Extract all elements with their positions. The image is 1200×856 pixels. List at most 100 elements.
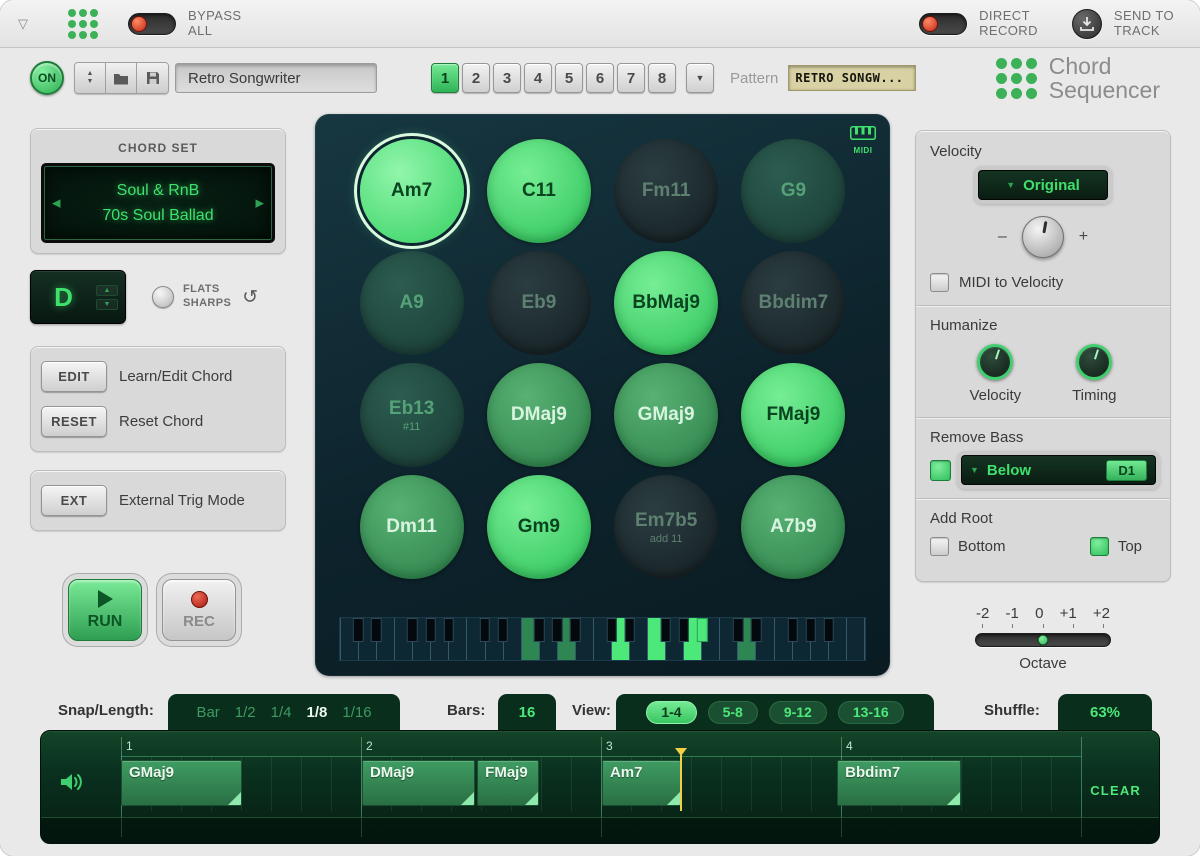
- snap-option-1/2[interactable]: 1/2: [235, 704, 256, 721]
- pattern-button-8[interactable]: 8: [648, 63, 676, 93]
- reset-button[interactable]: RESET: [41, 406, 107, 437]
- pattern-button-3[interactable]: 3: [493, 63, 521, 93]
- snap-option-1/4[interactable]: 1/4: [271, 704, 292, 721]
- piano-key-black[interactable]: [733, 618, 744, 642]
- sequencer-block-DMaj9[interactable]: DMaj9: [362, 760, 475, 806]
- bypass-toggle[interactable]: [128, 13, 176, 35]
- key-down-arrow[interactable]: ▼: [96, 299, 118, 310]
- piano-key-black[interactable]: [697, 618, 708, 642]
- chord-pad-Eb13[interactable]: Eb13#11: [360, 363, 464, 467]
- pattern-button-4[interactable]: 4: [524, 63, 552, 93]
- chord-pad-Dm11[interactable]: Dm11: [360, 475, 464, 579]
- device-header: ON ▲ ▼ Retro Songwriter 12345678 ▼ Patte…: [0, 56, 1200, 100]
- pattern-name-display[interactable]: RETRO SONGW...: [788, 65, 916, 91]
- snap-option-1/16[interactable]: 1/16: [342, 704, 371, 721]
- piano-key-white[interactable]: [847, 618, 865, 660]
- chord-pad-FMaj9[interactable]: FMaj9: [741, 363, 845, 467]
- piano-key-black[interactable]: [480, 618, 491, 642]
- save-button[interactable]: [137, 63, 168, 93]
- chord-pad-A9[interactable]: A9: [360, 251, 464, 355]
- piano-key-black[interactable]: [425, 618, 436, 642]
- pattern-button-2[interactable]: 2: [462, 63, 490, 93]
- velocity-mode-dropdown[interactable]: ▼ Original: [978, 170, 1108, 200]
- remove-bass-checkbox[interactable]: [930, 460, 951, 481]
- piano-key-black[interactable]: [371, 618, 382, 642]
- midi-to-velocity-checkbox[interactable]: [930, 273, 949, 292]
- pattern-button-1[interactable]: 1: [431, 63, 459, 93]
- chord-pad-Gm9[interactable]: Gm9: [487, 475, 591, 579]
- chord-pad-Fm11[interactable]: Fm11: [614, 139, 718, 243]
- piano-key-black[interactable]: [805, 618, 816, 642]
- pattern-dropdown-button[interactable]: ▼: [686, 63, 714, 93]
- piano-key-black[interactable]: [353, 618, 364, 642]
- chord-set-prev-arrow[interactable]: ◀: [52, 197, 60, 210]
- piano-key-black[interactable]: [824, 618, 835, 642]
- octave-slider-knob[interactable]: [1038, 635, 1049, 646]
- run-button[interactable]: RUN: [68, 579, 142, 641]
- bars-value[interactable]: 16: [519, 704, 536, 721]
- humanize-velocity-knob[interactable]: [977, 344, 1013, 380]
- chord-pad-Em7b5[interactable]: Em7b5add 11: [614, 475, 718, 579]
- key-up-arrow[interactable]: ▲: [96, 285, 118, 296]
- folder-button[interactable]: [106, 63, 137, 93]
- patch-name-field[interactable]: Retro Songwriter: [175, 63, 377, 93]
- on-button[interactable]: ON: [30, 61, 64, 95]
- view-option-5-8[interactable]: 5-8: [708, 701, 758, 724]
- chevron-down-icon[interactable]: ▽: [18, 16, 28, 32]
- piano-key-black[interactable]: [498, 618, 509, 642]
- midi-badge: MIDI: [850, 126, 876, 155]
- view-option-13-16[interactable]: 13-16: [838, 701, 904, 724]
- shuffle-value[interactable]: 63%: [1090, 704, 1120, 721]
- rec-button[interactable]: REC: [162, 579, 236, 641]
- chord-pad-A7b9[interactable]: A7b9: [741, 475, 845, 579]
- view-option-9-12[interactable]: 9-12: [769, 701, 827, 724]
- chord-pad-G9[interactable]: G9: [741, 139, 845, 243]
- piano-key-black[interactable]: [661, 618, 672, 642]
- chord-pad-Bbdim7[interactable]: Bbdim7: [741, 251, 845, 355]
- pattern-button-6[interactable]: 6: [586, 63, 614, 93]
- add-root-bottom-checkbox[interactable]: [930, 537, 949, 556]
- piano-key-black[interactable]: [443, 618, 454, 642]
- chord-pad-C11[interactable]: C11: [487, 139, 591, 243]
- octave-slider[interactable]: [975, 633, 1111, 647]
- key-selector[interactable]: D ▲ ▼: [30, 270, 126, 324]
- direct-record-toggle[interactable]: [919, 13, 967, 35]
- pattern-button-5[interactable]: 5: [555, 63, 583, 93]
- speaker-icon[interactable]: [59, 771, 85, 798]
- piano-key-black[interactable]: [751, 618, 762, 642]
- chord-pad-Am7[interactable]: Am7: [360, 139, 464, 243]
- patch-spinner-button[interactable]: ▲ ▼: [75, 63, 106, 93]
- sequencer-block-Am7[interactable]: Am7: [602, 760, 681, 806]
- view-option-1-4[interactable]: 1-4: [646, 701, 696, 724]
- chord-pad-BbMaj9[interactable]: BbMaj9: [614, 251, 718, 355]
- piano-key-black[interactable]: [407, 618, 418, 642]
- clear-button[interactable]: CLEAR: [1090, 783, 1141, 798]
- piano-key-black[interactable]: [552, 618, 563, 642]
- playhead[interactable]: [680, 750, 682, 811]
- velocity-knob[interactable]: [1022, 216, 1064, 258]
- flats-sharps-toggle[interactable]: [152, 286, 174, 308]
- ext-button[interactable]: EXT: [41, 485, 107, 516]
- chord-pad-DMaj9[interactable]: DMaj9: [487, 363, 591, 467]
- sequencer-lane[interactable]: GMaj9 DMaj9FMaj9 Am7 Bbdim7: [121, 757, 1081, 811]
- sequencer-block-Bbdim7[interactable]: Bbdim7: [837, 760, 961, 806]
- add-root-top-checkbox[interactable]: [1090, 537, 1109, 556]
- chord-set-next-arrow[interactable]: ▶: [256, 197, 264, 210]
- send-to-track-icon[interactable]: [1072, 9, 1102, 39]
- piano-key-black[interactable]: [787, 618, 798, 642]
- snap-option-Bar[interactable]: Bar: [196, 704, 219, 721]
- piano-key-black[interactable]: [534, 618, 545, 642]
- piano-key-black[interactable]: [606, 618, 617, 642]
- chord-pad-GMaj9[interactable]: GMaj9: [614, 363, 718, 467]
- pattern-button-7[interactable]: 7: [617, 63, 645, 93]
- chord-pad-Eb9[interactable]: Eb9: [487, 251, 591, 355]
- sequencer-block-FMaj9[interactable]: FMaj9: [477, 760, 538, 806]
- remove-bass-dropdown[interactable]: ▼ Below D1: [961, 455, 1156, 485]
- humanize-timing-knob[interactable]: [1076, 344, 1112, 380]
- sequencer-block-GMaj9[interactable]: GMaj9: [121, 760, 242, 806]
- snap-option-1/8[interactable]: 1/8: [307, 704, 328, 721]
- piano-key-black[interactable]: [570, 618, 581, 642]
- piano-key-black[interactable]: [679, 618, 690, 642]
- edit-button[interactable]: EDIT: [41, 361, 107, 392]
- piano-key-black[interactable]: [624, 618, 635, 642]
